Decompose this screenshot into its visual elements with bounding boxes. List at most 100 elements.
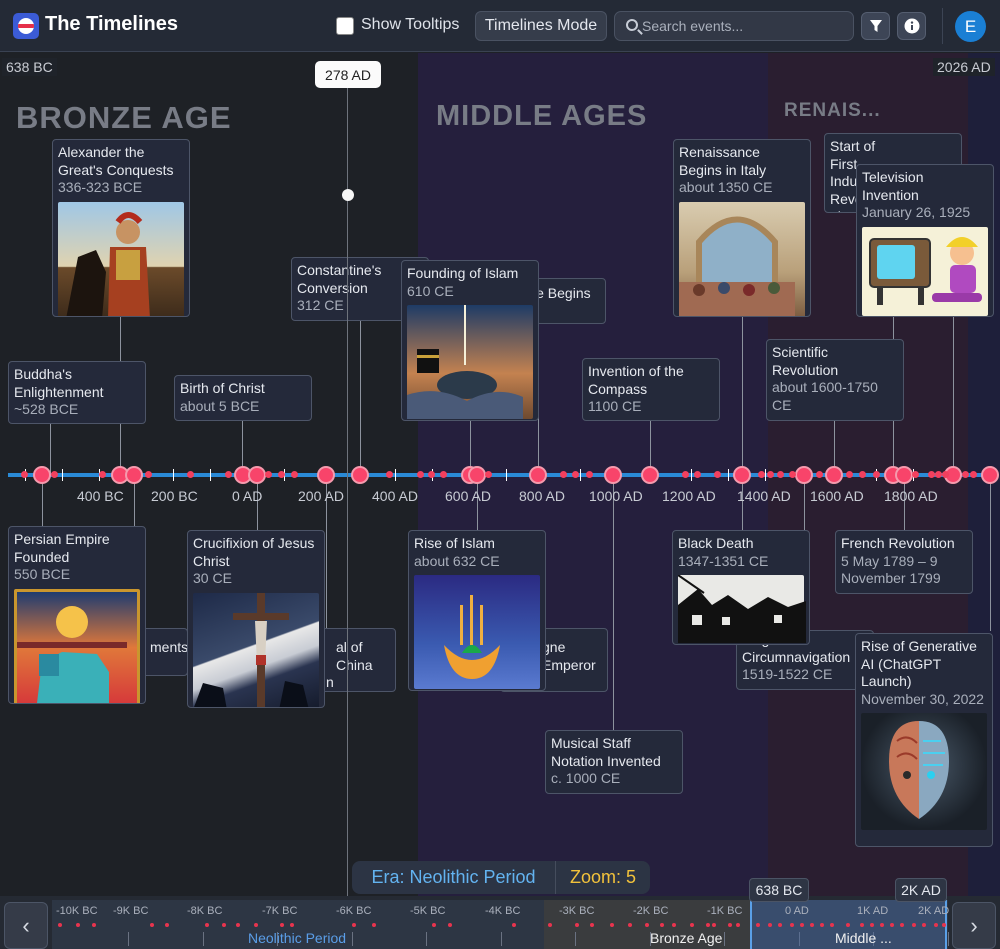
minimap-label: -7K BC	[262, 905, 298, 917]
event-point[interactable]	[428, 471, 435, 478]
minimap-event-dot	[575, 923, 579, 927]
event-point[interactable]	[187, 471, 194, 478]
event-point[interactable]	[983, 468, 997, 482]
minimap-label: 1K AD	[857, 905, 889, 917]
show-tooltips-checkbox[interactable]	[336, 17, 354, 35]
event-card-television[interactable]: Television Invention January 26, 1925	[856, 164, 994, 317]
event-point[interactable]	[935, 471, 942, 478]
event-point[interactable]	[643, 468, 657, 482]
minimap-next-button[interactable]: ›	[952, 902, 996, 949]
era-label-middle-ages: MIDDLE AGES	[436, 100, 648, 132]
minimap-event-dot	[432, 923, 436, 927]
minimap-event-dot	[912, 923, 916, 927]
event-point[interactable]	[942, 471, 949, 478]
event-title: Rise of Islam	[414, 535, 495, 551]
minimap-era-middle: Middle ...	[835, 930, 892, 946]
search-input[interactable]	[642, 16, 842, 36]
event-point[interactable]	[962, 471, 969, 478]
minimap-label: -1K BC	[707, 905, 743, 917]
event-point[interactable]	[735, 468, 749, 482]
minimap-event-dot	[942, 923, 946, 927]
minimap-event-dot	[706, 923, 710, 927]
minimap-event-dot	[890, 923, 894, 927]
event-point[interactable]	[586, 471, 593, 478]
event-point[interactable]	[21, 471, 28, 478]
event-card-generative-ai[interactable]: Rise of Generative AI (ChatGPT Launch) N…	[855, 633, 993, 847]
event-point[interactable]	[51, 471, 58, 478]
event-point[interactable]	[873, 471, 880, 478]
event-point[interactable]	[470, 468, 484, 482]
event-point[interactable]	[236, 468, 250, 482]
event-card-crucifixion[interactable]: Crucifixion of Jesus Christ 30 CE	[187, 530, 325, 708]
event-point[interactable]	[353, 468, 367, 482]
event-card-persian-empire[interactable]: Persian Empire Founded 550 BCE	[8, 526, 146, 704]
minimap-event-dot	[672, 923, 676, 927]
event-point[interactable]	[145, 471, 152, 478]
event-title: Buddha's Enlightenment	[14, 366, 104, 400]
event-point[interactable]	[846, 471, 853, 478]
event-point[interactable]	[606, 468, 620, 482]
event-point[interactable]	[758, 471, 765, 478]
event-card-alexander[interactable]: Alexander the Great's Conquests 336-323 …	[52, 139, 190, 317]
event-card-birth-of-christ[interactable]: Birth of Christ about 5 BCE	[174, 375, 312, 421]
event-point[interactable]	[386, 471, 393, 478]
event-point[interactable]	[694, 471, 701, 478]
minimap-prev-button[interactable]: ‹	[4, 902, 48, 949]
event-image	[58, 201, 184, 316]
info-button[interactable]	[897, 12, 926, 40]
minimap-event-dot	[448, 923, 452, 927]
event-card-founding-of-islam[interactable]: Founding of Islam 610 CE	[401, 260, 539, 421]
event-point[interactable]	[127, 468, 141, 482]
event-point[interactable]	[291, 471, 298, 478]
event-point[interactable]	[714, 471, 721, 478]
event-date: about 1350 CE	[679, 179, 773, 195]
event-card-rise-of-islam[interactable]: Rise of Islam about 632 CE	[408, 530, 546, 691]
cursor-handle[interactable]	[342, 189, 354, 201]
minimap-label: -9K BC	[113, 905, 149, 917]
event-card-black-death[interactable]: Black Death 1347-1351 CE	[672, 530, 810, 645]
event-date: 550 BCE	[14, 566, 71, 582]
event-point[interactable]	[816, 471, 823, 478]
event-stem	[470, 420, 471, 474]
event-card-renaissance[interactable]: Renaissance Begins in Italy about 1350 C…	[673, 139, 811, 317]
event-card-musical-staff[interactable]: Musical Staff Notation Invented c. 1000 …	[545, 730, 683, 794]
event-point[interactable]	[265, 471, 272, 478]
event-point[interactable]	[278, 471, 285, 478]
event-point[interactable]	[767, 471, 774, 478]
event-point[interactable]	[319, 468, 333, 482]
event-point[interactable]	[827, 468, 841, 482]
event-point[interactable]	[225, 471, 232, 478]
minimap-event-dot	[290, 923, 294, 927]
event-point[interactable]	[572, 471, 579, 478]
cursor-line	[347, 86, 348, 896]
filter-button[interactable]	[861, 12, 890, 40]
event-point[interactable]	[859, 471, 866, 478]
event-point[interactable]	[417, 471, 424, 478]
event-card-french-revolution[interactable]: French Revolution 5 May 1789 – 9 Novembe…	[835, 530, 973, 594]
avatar[interactable]: E	[955, 11, 986, 42]
timelines-mode-button[interactable]: Timelines Mode	[475, 11, 607, 41]
event-point[interactable]	[928, 471, 935, 478]
event-point[interactable]	[485, 471, 492, 478]
event-card-buddha[interactable]: Buddha's Enlightenment ~528 BCE	[8, 361, 146, 424]
event-point[interactable]	[797, 468, 811, 482]
event-point[interactable]	[897, 468, 911, 482]
event-point[interactable]	[35, 468, 49, 482]
event-point[interactable]	[682, 471, 689, 478]
event-card-compass[interactable]: Invention of the Compass 1100 CE	[582, 358, 720, 421]
event-title: Musical Staff Notation Invented	[551, 735, 661, 769]
event-point[interactable]	[970, 471, 977, 478]
axis-tick	[506, 469, 507, 481]
axis-label: 1200 AD	[662, 488, 716, 504]
event-point[interactable]	[560, 471, 567, 478]
axis-tick	[728, 469, 729, 481]
event-point[interactable]	[250, 468, 264, 482]
event-point[interactable]	[777, 471, 784, 478]
event-point[interactable]	[113, 468, 127, 482]
event-point[interactable]	[912, 471, 919, 478]
event-point[interactable]	[99, 471, 106, 478]
event-card-scientific-revolution[interactable]: Scientific Revolution about 1600-1750 CE	[766, 339, 904, 421]
event-point[interactable]	[440, 471, 447, 478]
event-point[interactable]	[531, 468, 545, 482]
event-point[interactable]	[789, 471, 796, 478]
